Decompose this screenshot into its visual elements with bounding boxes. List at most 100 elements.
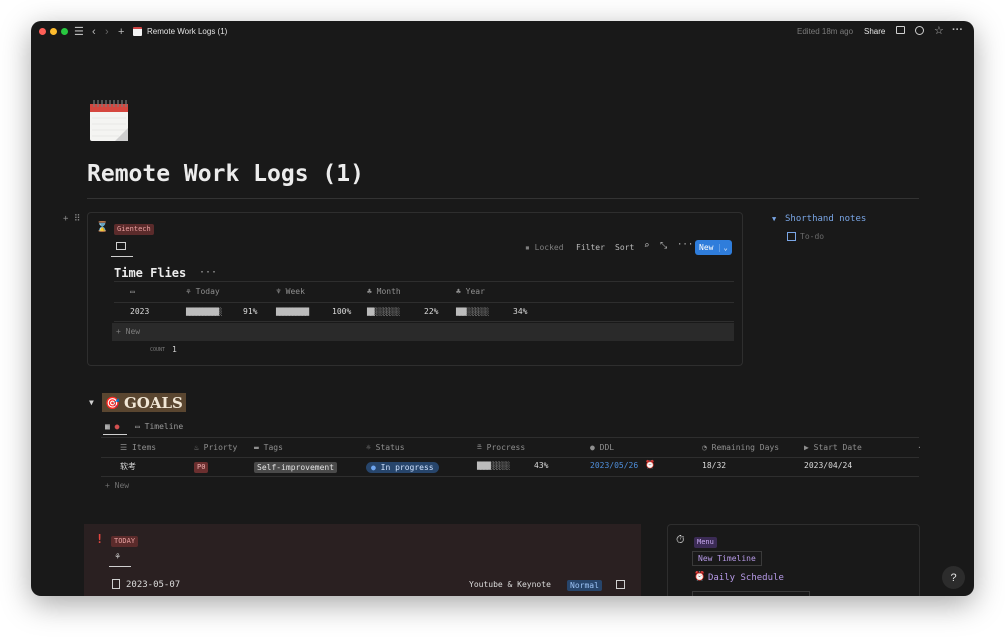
titlebar-page-title[interactable]: Remote Work Logs (1) — [147, 27, 227, 36]
chevron-down-icon[interactable]: ⌄ — [719, 243, 728, 252]
view-title[interactable]: Time Flies — [114, 266, 186, 280]
star-icon[interactable]: ☆ — [934, 24, 944, 38]
menu-icon[interactable]: ☰ — [74, 25, 84, 39]
tag-badge[interactable]: Self-improvement — [254, 462, 338, 473]
task-checkbox[interactable] — [616, 580, 625, 589]
play-icon: ▶ — [804, 443, 814, 452]
year-progress-bar: ███░░░░░░░ — [456, 308, 489, 316]
daily-schedule-link[interactable]: Daily Schedule — [708, 573, 784, 583]
search-icon[interactable]: ⌕ — [644, 241, 649, 251]
column-week-label: Week — [285, 287, 305, 296]
status-badge[interactable]: ● In progress — [366, 462, 439, 473]
filter-button[interactable]: Filter — [576, 243, 605, 252]
column-today-label: Today — [195, 287, 220, 296]
column-remaining-days[interactable]: ◔ Remaining Days — [702, 443, 779, 452]
edited-status: Edited 18m ago — [797, 27, 854, 36]
column-status-label: Status — [375, 443, 405, 452]
column-month[interactable]: ♣ Month — [367, 287, 401, 296]
status-badge-label: In progress — [380, 463, 434, 472]
locked-label: Locked — [534, 243, 564, 252]
todo-checkbox[interactable] — [787, 232, 796, 241]
document-icon — [112, 579, 120, 589]
goals-heading-label: GOALS — [123, 393, 183, 412]
tag-icon: ▬ — [254, 443, 264, 452]
seedling-tab-icon[interactable]: ⚘ — [115, 552, 120, 562]
new-record-button[interactable]: New ⌄ — [695, 240, 732, 255]
year-progress-pct: 34% — [513, 307, 528, 316]
gientech-tag[interactable]: Gientech — [114, 224, 154, 235]
month-progress-pct: 22% — [424, 307, 439, 316]
table-view-icon[interactable] — [116, 242, 126, 250]
menu-next-item[interactable] — [692, 591, 810, 596]
today-tag[interactable]: TODAY — [111, 536, 139, 547]
goal-progress-bar: ████░░░░░░ — [477, 462, 510, 470]
more-options-icon[interactable]: ··· — [677, 240, 693, 250]
column-progress[interactable]: ≞ Procress — [477, 443, 525, 452]
active-tab-underline — [111, 256, 133, 257]
comment-icon[interactable] — [896, 26, 905, 34]
today-task[interactable]: Youtube & Keynote — [469, 580, 551, 589]
year-cell[interactable]: 2023 — [130, 307, 149, 316]
locked-indicator[interactable]: ▪ Locked — [525, 243, 564, 252]
more-icon[interactable]: ··· — [952, 23, 963, 37]
goal-item-cell[interactable]: 软考 — [120, 461, 136, 472]
goals-toggle-icon[interactable]: ▼ — [89, 398, 94, 407]
column-status[interactable]: ☼ Status — [366, 443, 405, 452]
tab-timeline[interactable]: ▭ Timeline — [135, 422, 183, 431]
new-page-icon[interactable]: + — [118, 25, 124, 39]
list-icon: ☰ — [120, 443, 132, 452]
active-tab-underline — [109, 566, 131, 567]
help-button[interactable]: ? — [942, 566, 965, 589]
today-date[interactable]: 2023-05-07 — [126, 580, 180, 590]
pine-icon: ♣ — [367, 287, 377, 296]
add-row[interactable]: + New — [112, 323, 734, 341]
view-options-icon[interactable]: ··· — [199, 267, 217, 278]
add-block-icon[interactable]: + ⠿ — [63, 214, 80, 224]
column-remaining-days-label: Remaining Days — [711, 443, 780, 452]
sort-button[interactable]: Sort — [615, 243, 634, 252]
add-column-icon[interactable]: · — [917, 443, 922, 452]
priority-badge[interactable]: P0 — [194, 462, 209, 473]
maximize-window-button[interactable] — [61, 28, 68, 35]
column-year[interactable]: ♣ Year — [456, 287, 485, 296]
toggle-triangle-icon[interactable]: ▼ — [772, 215, 776, 223]
menu-tag[interactable]: Menu — [694, 537, 717, 548]
new-timeline-button[interactable]: New Timeline — [692, 551, 762, 566]
shorthand-notes-title[interactable]: Shorthand notes — [785, 214, 866, 224]
close-window-button[interactable] — [39, 28, 46, 35]
column-items-label: Items — [132, 443, 157, 452]
hourglass-icon: ⌛ — [96, 222, 109, 233]
alarm-icon: ⏰ — [694, 572, 706, 582]
forward-icon[interactable]: › — [105, 25, 109, 39]
todo-placeholder[interactable]: To-do — [800, 232, 824, 241]
today-callout: ! TODAY ⚘ 2023-05-07 Youtube & Keynote N… — [84, 524, 641, 596]
table-divider — [101, 457, 919, 458]
table-view-tab[interactable]: ▦ ● — [105, 422, 119, 431]
column-tags[interactable]: ▬ Tags — [254, 443, 283, 452]
add-goal-button[interactable]: + New — [105, 481, 129, 490]
expand-icon[interactable]: ⤡ — [660, 241, 667, 251]
column-today[interactable]: ⚘ Today — [186, 287, 220, 296]
back-icon[interactable]: ‹ — [92, 25, 96, 39]
ddl-date[interactable]: 2023/05/26 — [590, 461, 638, 470]
history-icon[interactable] — [915, 26, 924, 35]
add-new-row-button[interactable]: + New — [116, 327, 140, 336]
remaining-days-cell[interactable]: 18/32 — [702, 461, 726, 470]
column-priority-label: Priorty — [203, 443, 238, 452]
column-items[interactable]: ☰ Items — [120, 443, 156, 452]
count-label: COUNT — [150, 347, 166, 353]
menu-callout: ⏱ Menu New Timeline ⏰ Daily Schedule — [667, 524, 920, 596]
column-start-date-label: Start Date — [813, 443, 862, 452]
normal-badge[interactable]: Normal — [567, 580, 602, 591]
minimize-window-button[interactable] — [50, 28, 57, 35]
page-calendar-icon[interactable] — [89, 98, 129, 142]
column-week[interactable]: ♆ Week — [276, 287, 305, 296]
start-date-cell[interactable]: 2023/04/24 — [804, 461, 852, 470]
column-start-date[interactable]: ▶ Start Date — [804, 443, 862, 452]
exclamation-icon: ! — [96, 532, 104, 546]
goals-heading[interactable]: 🎯 GOALS — [102, 393, 186, 412]
share-button[interactable]: Share — [864, 27, 885, 36]
page-title[interactable]: Remote Work Logs (1) — [87, 161, 364, 187]
column-ddl[interactable]: ● DDL — [590, 443, 614, 452]
column-priority[interactable]: ♨ Priorty — [194, 443, 237, 452]
